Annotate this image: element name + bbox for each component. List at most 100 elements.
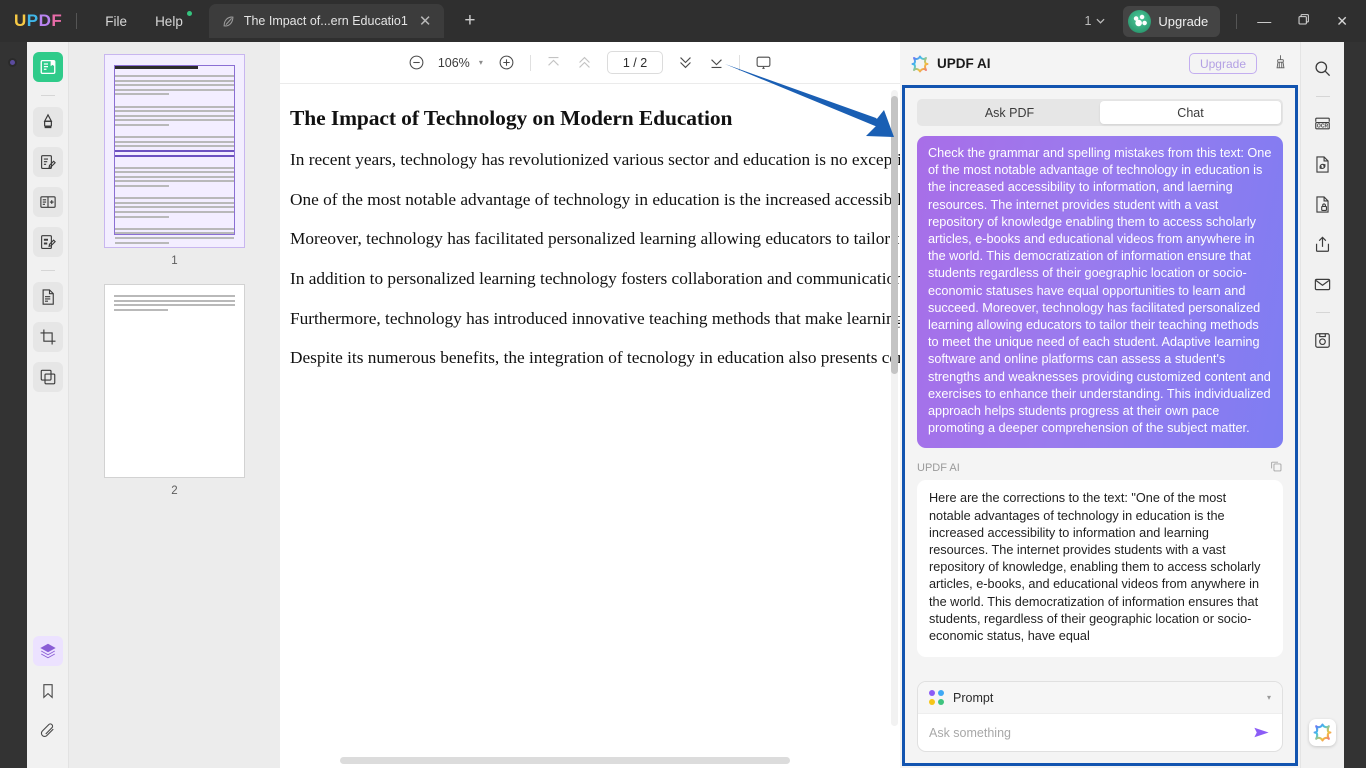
next-page-button[interactable] bbox=[671, 49, 699, 77]
pdf-page-view[interactable]: The Impact of Technology on Modern Educa… bbox=[280, 84, 900, 768]
prompt-dots-icon bbox=[929, 690, 944, 705]
ai-response-bubble: Here are the corrections to the text: "O… bbox=[917, 480, 1283, 657]
close-window-button[interactable]: ✕ bbox=[1324, 5, 1360, 38]
chevron-down-icon: ▾ bbox=[1267, 693, 1271, 702]
ocr-tool[interactable]: OCR bbox=[1309, 110, 1337, 138]
prompt-selector[interactable]: Prompt ▾ bbox=[918, 682, 1282, 714]
scrollbar-thumb[interactable] bbox=[891, 96, 898, 374]
menu-help[interactable]: Help bbox=[141, 9, 197, 34]
attachment-panel[interactable] bbox=[33, 716, 63, 746]
search-tool[interactable] bbox=[1309, 54, 1337, 82]
annotate-highlighter-tool[interactable] bbox=[33, 107, 63, 137]
page-thumbnail[interactable] bbox=[105, 285, 244, 477]
titlebar-right-group: 1 Upgrade — ✕ bbox=[1076, 5, 1366, 38]
lock-icon bbox=[1313, 195, 1332, 214]
page-thumbnail[interactable] bbox=[105, 55, 244, 247]
close-tab-icon[interactable]: ✕ bbox=[416, 12, 435, 31]
email-tool[interactable] bbox=[1309, 270, 1337, 298]
ai-upgrade-button[interactable]: Upgrade bbox=[1189, 53, 1257, 74]
right-sidebar-bottom bbox=[1309, 719, 1336, 768]
page-organize-tool[interactable] bbox=[33, 187, 63, 217]
copy-icon bbox=[1269, 459, 1283, 473]
zoom-in-button[interactable] bbox=[493, 49, 521, 77]
bookmark-panel[interactable] bbox=[33, 676, 63, 706]
convert-document-tool[interactable] bbox=[1309, 150, 1337, 178]
batch-pages-icon bbox=[39, 368, 57, 386]
batch-tool[interactable] bbox=[33, 362, 63, 392]
upgrade-button[interactable]: Upgrade bbox=[1123, 6, 1220, 37]
layers-panel[interactable] bbox=[33, 636, 63, 666]
document-toolbar: 106% ▾ 1 / 2 bbox=[280, 42, 900, 84]
titlebar-divider bbox=[76, 13, 77, 29]
ai-panel-header: UPDF AI Upgrade bbox=[900, 42, 1300, 85]
page-indicator[interactable]: 1 / 2 bbox=[607, 51, 663, 74]
horizontal-scrollbar[interactable] bbox=[340, 757, 790, 764]
zoom-out-button[interactable] bbox=[403, 49, 431, 77]
new-tab-button[interactable]: + bbox=[458, 10, 481, 32]
thumbnail-page-number: 1 bbox=[171, 255, 177, 267]
titlebar-divider-2 bbox=[1236, 14, 1237, 29]
toolbar-divider-2 bbox=[739, 55, 740, 71]
edit-text-icon bbox=[39, 153, 57, 171]
reader-tool[interactable] bbox=[33, 52, 63, 82]
menu-file[interactable]: File bbox=[91, 9, 141, 34]
first-page-button[interactable] bbox=[540, 49, 568, 77]
send-message-button[interactable] bbox=[1252, 723, 1271, 742]
document-paragraph: In addition to personalized learning tec… bbox=[290, 267, 891, 291]
updf-ai-fab[interactable] bbox=[1309, 719, 1336, 746]
presentation-mode-button[interactable] bbox=[749, 49, 777, 77]
title-bar: UPDF File Help The Impact of...ern Educa… bbox=[0, 0, 1366, 42]
help-notification-dot bbox=[187, 11, 192, 16]
zoom-dropdown-caret[interactable]: ▾ bbox=[477, 58, 490, 67]
thumbnail-item-1[interactable]: 1 bbox=[69, 55, 280, 285]
protect-tool[interactable] bbox=[1309, 190, 1337, 218]
clear-chat-button[interactable] bbox=[1265, 53, 1288, 75]
form-edit-tool[interactable] bbox=[33, 227, 63, 257]
minimize-button[interactable]: — bbox=[1245, 5, 1283, 37]
pdf-file-icon bbox=[221, 14, 236, 29]
tab-chat[interactable]: Chat bbox=[1100, 101, 1281, 124]
convert-icon bbox=[39, 288, 57, 306]
zoom-level-value[interactable]: 106% bbox=[434, 56, 474, 70]
last-page-button[interactable] bbox=[702, 49, 730, 77]
tool-separator-1 bbox=[41, 95, 55, 96]
maximize-button[interactable] bbox=[1285, 5, 1322, 37]
tab-ask-pdf[interactable]: Ask PDF bbox=[919, 101, 1100, 124]
document-title: The Impact of Technology on Modern Educa… bbox=[290, 106, 891, 131]
thumbnail-content bbox=[114, 295, 235, 465]
avatar bbox=[1128, 10, 1151, 33]
tool-separator-2 bbox=[41, 270, 55, 271]
vertical-scrollbar[interactable] bbox=[891, 90, 898, 726]
ocr-icon: OCR bbox=[1313, 115, 1332, 134]
updf-ai-panel: UPDF AI Upgrade Ask PDF Chat Check the g… bbox=[900, 42, 1300, 768]
toolbar-divider-1 bbox=[530, 55, 531, 71]
previous-page-icon bbox=[576, 54, 593, 71]
save-as-tool[interactable] bbox=[1309, 326, 1337, 354]
ai-input-box: Prompt ▾ bbox=[917, 681, 1283, 752]
edit-text-tool[interactable] bbox=[33, 147, 63, 177]
organize-pages-icon bbox=[39, 193, 57, 211]
convert-tool[interactable] bbox=[33, 282, 63, 312]
window-count-dropdown[interactable]: 1 bbox=[1076, 10, 1113, 32]
ask-something-input[interactable] bbox=[929, 726, 1252, 740]
thumbnail-content bbox=[114, 65, 235, 235]
user-message-bubble: Check the grammar and spelling mistakes … bbox=[917, 136, 1283, 448]
copy-response-button[interactable] bbox=[1269, 459, 1283, 476]
crop-tool[interactable] bbox=[33, 322, 63, 352]
ai-panel-title: UPDF AI bbox=[937, 56, 991, 71]
svg-text:OCR: OCR bbox=[1317, 123, 1329, 129]
ai-response-header: UPDF AI bbox=[917, 459, 1283, 476]
layers-icon bbox=[39, 642, 57, 660]
reader-icon bbox=[39, 58, 57, 76]
tab-ask-pdf-label: Ask PDF bbox=[985, 106, 1034, 120]
thumbnail-item-2[interactable]: 2 bbox=[69, 285, 280, 515]
ai-conversation-scroll[interactable]: Check the grammar and spelling mistakes … bbox=[905, 126, 1295, 681]
thumbnail-page-number: 2 bbox=[171, 485, 177, 497]
document-tab[interactable]: The Impact of...ern Educatio1 ✕ bbox=[209, 4, 445, 38]
thumbnail-panel[interactable]: 1 2 bbox=[69, 42, 280, 768]
share-tool[interactable] bbox=[1309, 230, 1337, 258]
previous-page-button[interactable] bbox=[571, 49, 599, 77]
crop-icon bbox=[39, 328, 57, 346]
updf-logo: UPDF bbox=[14, 11, 62, 31]
save-as-icon bbox=[1313, 331, 1332, 350]
